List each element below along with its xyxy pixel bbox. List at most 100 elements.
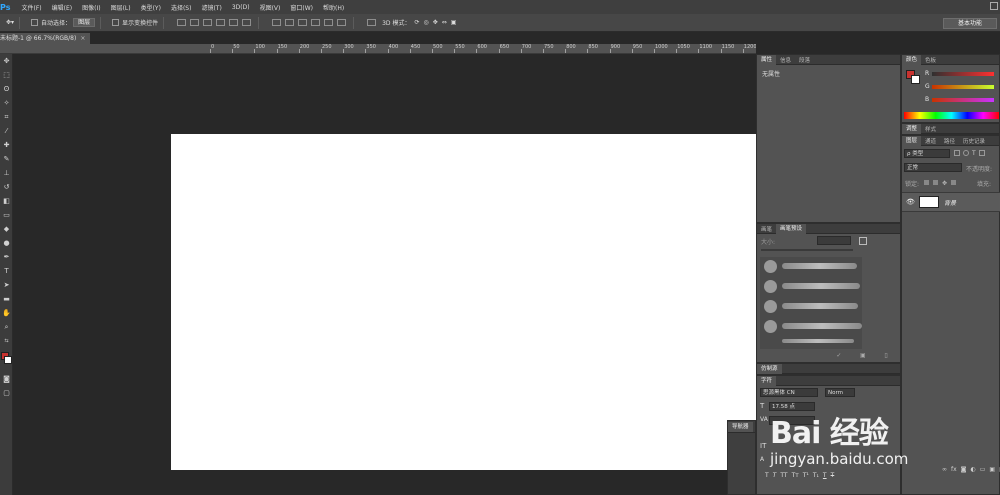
tab-history[interactable]: 历史记录 <box>959 137 989 145</box>
menu-type[interactable]: 类型(Y) <box>136 3 166 12</box>
tab-color[interactable]: 颜色 <box>902 54 922 65</box>
gradient-tool-icon[interactable]: ▭ <box>0 208 13 222</box>
brush-preset[interactable] <box>764 320 777 333</box>
new-layer-icon[interactable]: ▣ <box>989 466 995 473</box>
auto-align-icon[interactable] <box>367 19 377 26</box>
color-spectrum-ramp[interactable] <box>904 112 999 119</box>
layer-row[interactable]: 👁 背景 <box>902 192 1000 212</box>
auto-select-checkbox[interactable] <box>31 19 39 26</box>
clone-stamp-tool-icon[interactable]: ⊥ <box>0 166 13 180</box>
channel-g-slider[interactable] <box>932 85 994 89</box>
layer-filter-select[interactable]: ρ 类型 <box>904 149 950 158</box>
tab-layers[interactable]: 图层 <box>902 135 922 146</box>
tab-adjustments[interactable]: 调整 <box>902 123 922 134</box>
blur-tool-icon[interactable]: ◆ <box>0 222 13 236</box>
lock-all-icon[interactable] <box>951 180 957 185</box>
close-icon[interactable]: × <box>80 35 85 42</box>
menu-layer[interactable]: 图层(L) <box>106 3 136 12</box>
brush-preset[interactable] <box>782 303 858 309</box>
tab-swatches[interactable]: 色板 <box>921 56 940 64</box>
align-top-icon[interactable] <box>177 19 187 26</box>
type-tool-icon[interactable]: T <box>0 264 13 278</box>
swap-colors-icon[interactable]: ⇆ <box>0 334 13 348</box>
distribute-top-icon[interactable] <box>272 19 282 26</box>
history-brush-tool-icon[interactable]: ↺ <box>0 180 13 194</box>
filter-adjustment-icon[interactable] <box>963 150 969 156</box>
channel-b-slider[interactable] <box>932 98 994 102</box>
lock-image-icon[interactable] <box>933 180 938 185</box>
pan-3d-icon[interactable]: ✥ <box>433 19 438 26</box>
tab-properties[interactable]: 属性 <box>757 54 777 65</box>
brush-preset[interactable] <box>782 339 854 343</box>
tab-paths[interactable]: 路径 <box>940 137 959 145</box>
distribute-right-icon[interactable] <box>337 19 347 26</box>
slide-3d-icon[interactable]: ⇔ <box>442 19 447 26</box>
pen-tool-icon[interactable]: ✒ <box>0 250 13 264</box>
distribute-middle-icon[interactable] <box>285 19 295 26</box>
show-transform-checkbox[interactable] <box>112 19 120 26</box>
blend-mode-select[interactable]: 正常 <box>904 163 962 172</box>
move-tool-icon[interactable]: ✥ <box>0 54 13 68</box>
brush-preset[interactable] <box>764 260 777 273</box>
distribute-center-icon[interactable] <box>324 19 334 26</box>
menu-help[interactable]: 帮助(H) <box>318 3 349 12</box>
brush-preset[interactable] <box>782 263 857 269</box>
brush-tool-icon[interactable]: ✎ <box>0 152 13 166</box>
layer-visibility-icon[interactable]: 👁 <box>906 198 915 206</box>
menu-3d[interactable]: 3D(D) <box>227 4 255 11</box>
canvas[interactable] <box>171 134 756 470</box>
align-left-icon[interactable] <box>216 19 226 26</box>
roll-3d-icon[interactable]: ◎ <box>423 19 428 26</box>
lock-position-icon[interactable]: ✥ <box>942 180 947 187</box>
scale-3d-icon[interactable]: ▣ <box>451 19 457 26</box>
crop-tool-icon[interactable]: ⌗ <box>0 110 13 124</box>
tab-channels[interactable]: 通道 <box>921 137 940 145</box>
hand-tool-icon[interactable]: ✋ <box>0 306 13 320</box>
tab-character[interactable]: 字符 <box>757 375 777 386</box>
align-right-icon[interactable] <box>242 19 252 26</box>
channel-r-slider[interactable] <box>932 72 994 76</box>
document-tab[interactable]: 未标题-1 @ 66.7%(RGB/8) × <box>0 33 90 44</box>
distribute-left-icon[interactable] <box>311 19 321 26</box>
menu-view[interactable]: 视图(V) <box>255 3 286 12</box>
align-middle-icon[interactable] <box>190 19 200 26</box>
move-tool-preset-icon[interactable]: ✥▾ <box>6 18 14 28</box>
filter-type-icon[interactable]: T <box>972 150 976 157</box>
magic-wand-tool-icon[interactable]: ✧ <box>0 96 13 110</box>
dodge-tool-icon[interactable]: ● <box>0 236 13 250</box>
lasso-tool-icon[interactable]: ʘ <box>0 82 13 96</box>
eyedropper-tool-icon[interactable]: ⁄ <box>0 124 13 138</box>
rotate-3d-icon[interactable]: ⟳ <box>414 19 419 26</box>
brush-size-slider[interactable] <box>761 249 853 251</box>
quick-mask-icon[interactable]: ◙ <box>0 372 13 386</box>
tab-navigator[interactable]: 导航器 <box>728 421 753 432</box>
filter-shape-icon[interactable] <box>978 150 985 156</box>
tab-clone-source[interactable]: 仿制源 <box>757 363 782 374</box>
brush-size-field[interactable] <box>817 236 851 245</box>
zoom-tool-icon[interactable]: ⌕ <box>0 320 13 334</box>
brush-preset[interactable] <box>764 300 777 313</box>
tab-info[interactable]: 信息 <box>776 56 795 64</box>
shape-tool-icon[interactable]: ▬ <box>0 292 13 306</box>
background-color-swatch[interactable] <box>4 356 12 364</box>
auto-select-dropdown[interactable]: 图层 <box>73 18 96 27</box>
align-center-icon[interactable] <box>229 19 239 26</box>
menu-filter[interactable]: 滤镜(T) <box>196 3 226 12</box>
lock-transparent-icon[interactable] <box>924 180 929 185</box>
tab-paragraph[interactable]: 段落 <box>795 56 814 64</box>
menu-image[interactable]: 图像(I) <box>77 3 105 12</box>
distribute-bottom-icon[interactable] <box>298 19 308 26</box>
menu-select[interactable]: 选择(S) <box>166 3 197 12</box>
menu-window[interactable]: 窗口(W) <box>285 3 318 12</box>
tab-styles[interactable]: 样式 <box>921 125 940 133</box>
menu-edit[interactable]: 编辑(E) <box>47 3 77 12</box>
new-group-icon[interactable]: ▭ <box>980 466 986 473</box>
healing-brush-tool-icon[interactable]: ✚ <box>0 138 13 152</box>
tab-brush[interactable]: 画笔 <box>757 225 776 233</box>
faux-bold-icon[interactable]: T <box>765 472 769 479</box>
path-selection-tool-icon[interactable]: ➤ <box>0 278 13 292</box>
toggle-brush-panel-icon[interactable]: ✓ <box>836 352 841 360</box>
tab-brush-presets[interactable]: 画笔预设 <box>776 223 807 234</box>
brush-preset[interactable] <box>782 323 862 329</box>
workspace-button[interactable]: 基本功能 <box>943 18 997 29</box>
